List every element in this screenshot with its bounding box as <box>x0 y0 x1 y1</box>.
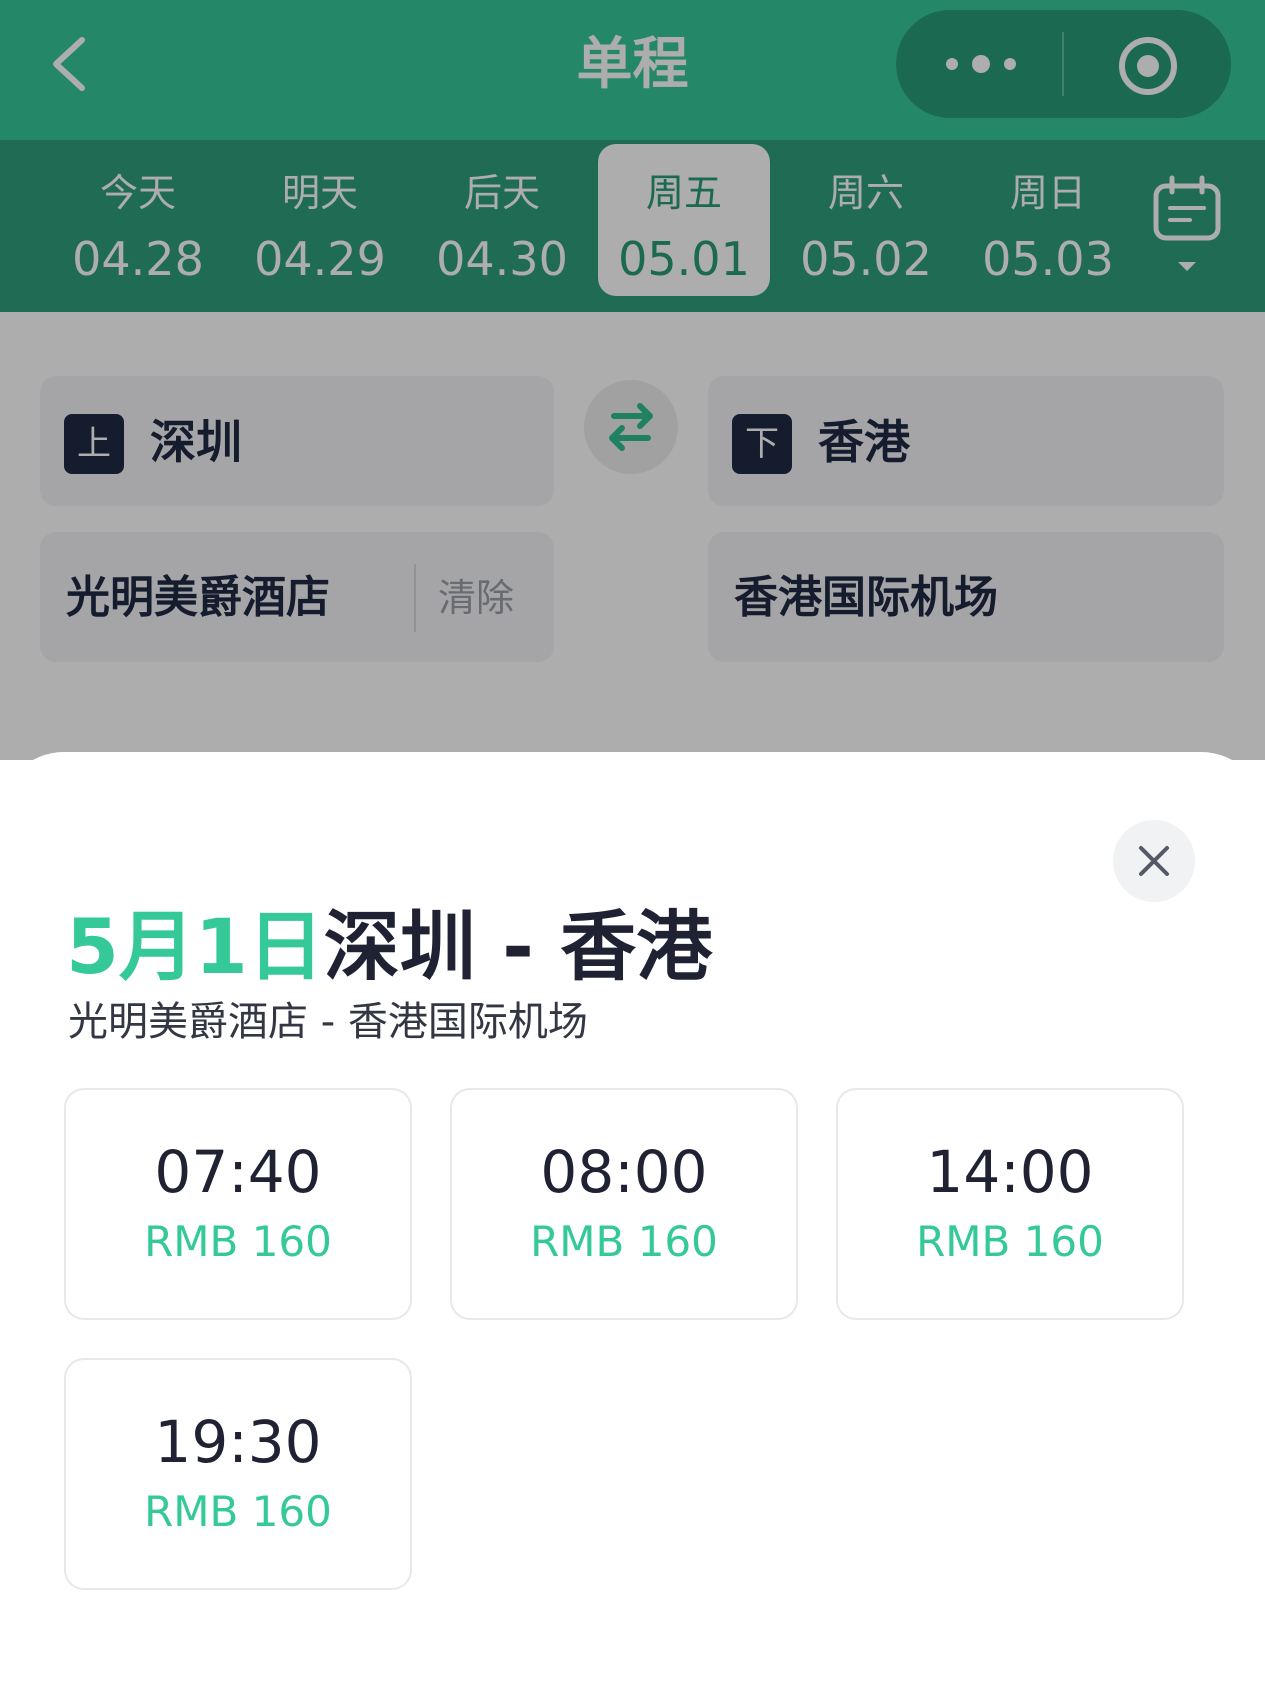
slot-time: 14:00 <box>926 1138 1094 1206</box>
time-slot[interactable]: 07:40 RMB 160 <box>64 1088 412 1320</box>
sheet-title-date: 5月1日 <box>66 902 324 991</box>
slot-price: RMB 160 <box>144 1487 332 1536</box>
time-slot[interactable]: 14:00 RMB 160 <box>836 1088 1184 1320</box>
sheet-title: 5月1日深圳 - 香港 <box>66 902 712 992</box>
sheet-title-route: 深圳 - 香港 <box>323 902 713 991</box>
slot-price: RMB 160 <box>144 1217 332 1266</box>
slot-time: 19:30 <box>154 1408 322 1476</box>
close-button[interactable] <box>1113 820 1195 902</box>
sheet-subtitle: 光明美爵酒店 - 香港国际机场 <box>68 999 588 1045</box>
slot-price: RMB 160 <box>916 1217 1104 1266</box>
modal-backdrop[interactable] <box>0 0 1265 760</box>
slot-time: 07:40 <box>154 1138 322 1206</box>
time-slot-sheet: 5月1日深圳 - 香港 光明美爵酒店 - 香港国际机场 07:40 RMB 16… <box>0 752 1265 1690</box>
slot-price: RMB 160 <box>530 1217 718 1266</box>
close-icon <box>1139 846 1169 876</box>
slot-time: 08:00 <box>540 1138 708 1206</box>
page: 单程 今天 04.28 明天 04.29 后天 04.30 周五 05.01 周… <box>0 0 1265 1690</box>
time-slot[interactable]: 19:30 RMB 160 <box>64 1358 412 1590</box>
time-slot[interactable]: 08:00 RMB 160 <box>450 1088 798 1320</box>
